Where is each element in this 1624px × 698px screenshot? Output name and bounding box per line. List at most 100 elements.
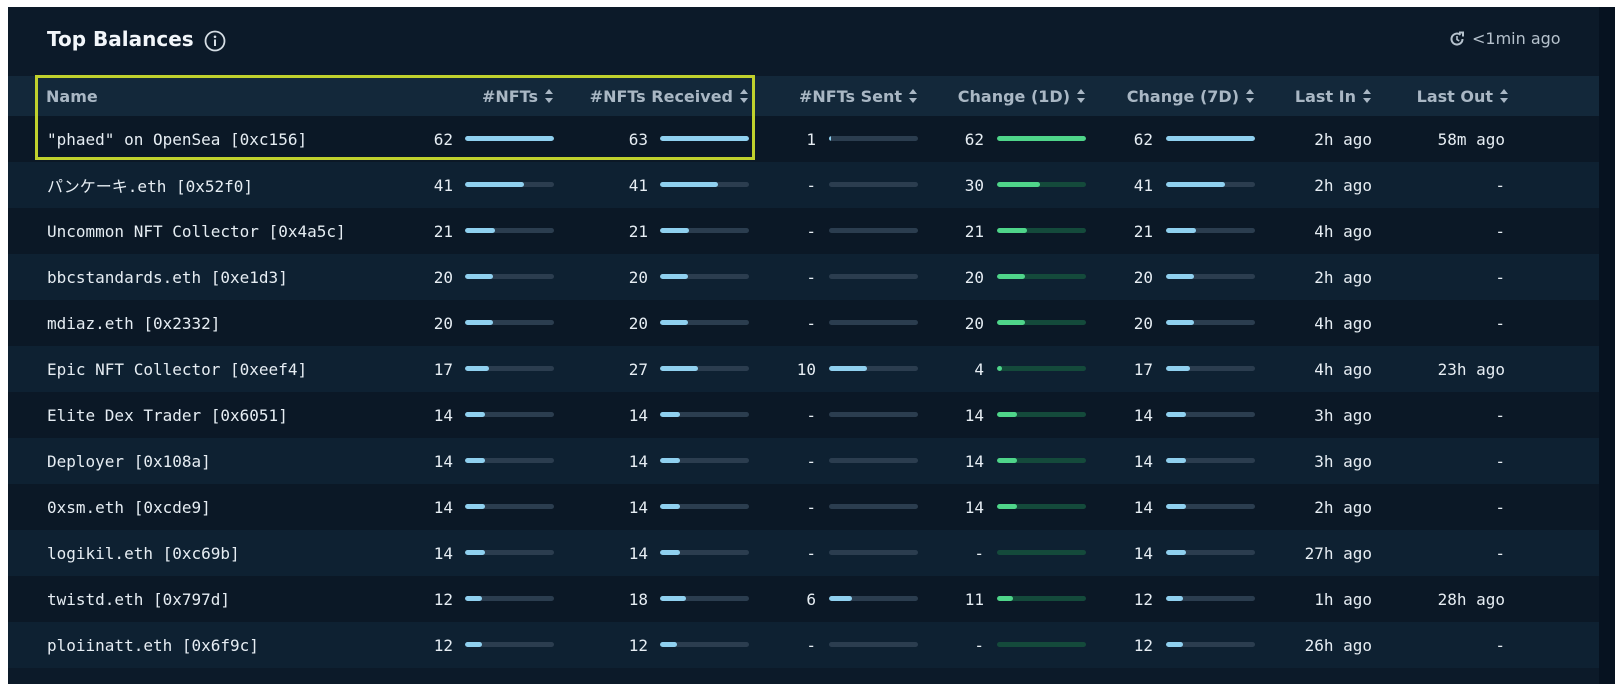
nfts-bar — [465, 274, 554, 279]
column-header-change-7d[interactable]: Change (7D) — [1098, 76, 1255, 116]
change1d-value: - — [974, 543, 984, 563]
received-bar — [660, 136, 749, 141]
change1d-bar-fill — [997, 182, 1040, 187]
column-header-nfts[interactable]: #NFTs — [428, 76, 554, 116]
account-name[interactable]: 0xsm.eth [0xcde9] — [47, 484, 211, 530]
account-name[interactable]: Elite Dex Trader [0x6051] — [47, 392, 288, 438]
table-header: Name #NFTs #NFTs Received #NFTs Sent Cha… — [8, 76, 1599, 116]
change7d-value: 41 — [1133, 175, 1153, 195]
received-value: 27 — [628, 359, 648, 379]
account-name[interactable]: twistd.eth [0x797d] — [47, 576, 230, 622]
account-name[interactable]: Epic NFT Collector [0xeef4] — [47, 346, 307, 392]
change7d-bar-fill — [1166, 274, 1195, 279]
change7d-bar-fill — [1166, 458, 1187, 463]
change1d-bar-fill — [997, 136, 1086, 141]
received-value: 20 — [628, 267, 648, 287]
table-row[interactable]: ploiinatt.eth [0x6f9c] 12 12 - - 12 26h ago - — [8, 622, 1599, 668]
nfts-value: 62 — [433, 129, 453, 149]
received-value: 41 — [628, 175, 648, 195]
account-name[interactable]: logikil.eth [0xc69b] — [47, 530, 240, 576]
change7d-bar-fill — [1166, 550, 1187, 555]
change1d-value: 14 — [964, 405, 984, 425]
balances-table: Name #NFTs #NFTs Received #NFTs Sent Cha… — [8, 76, 1599, 668]
sent-bar-fill — [829, 366, 868, 371]
change1d-bar — [997, 504, 1086, 509]
change1d-bar-fill — [997, 504, 1018, 509]
change1d-value: 21 — [964, 221, 984, 241]
last-out-value: 23h ago — [1437, 359, 1505, 379]
account-name[interactable]: パンケーキ.eth [0x52f0] — [47, 162, 253, 208]
last-out-value: - — [1495, 451, 1505, 471]
table-row[interactable]: mdiaz.eth [0x2332] 20 20 - 20 20 4h ago - — [8, 300, 1599, 346]
refresh-icon — [1450, 31, 1464, 46]
received-bar-fill — [660, 458, 680, 463]
change1d-bar — [997, 136, 1086, 141]
nfts-value: 14 — [433, 543, 453, 563]
table-row[interactable]: Uncommon NFT Collector [0x4a5c] 21 21 - 21 21… — [8, 208, 1599, 254]
change7d-bar-fill — [1166, 320, 1195, 325]
table-row[interactable]: bbcstandards.eth [0xe1d3] 20 20 - 20 20 2h ago… — [8, 254, 1599, 300]
change1d-value: - — [974, 635, 984, 655]
info-icon[interactable] — [204, 30, 226, 52]
change7d-value: 20 — [1133, 313, 1153, 333]
account-name[interactable]: Deployer [0x108a] — [47, 438, 211, 484]
change7d-value: 21 — [1133, 221, 1153, 241]
column-header-nfts-received[interactable]: #NFTs Received — [568, 76, 749, 116]
received-bar-fill — [660, 136, 749, 141]
received-bar — [660, 320, 749, 325]
refresh-status[interactable]: <1min ago — [1448, 29, 1561, 48]
change1d-bar — [997, 366, 1086, 371]
table-row[interactable]: Deployer [0x108a] 14 14 - 14 14 3h ago - — [8, 438, 1599, 484]
column-header-nfts-sent[interactable]: #NFTs Sent — [768, 76, 918, 116]
nfts-value: 41 — [433, 175, 453, 195]
nfts-value: 12 — [433, 589, 453, 609]
sent-value: - — [806, 543, 816, 563]
change7d-value: 14 — [1133, 451, 1153, 471]
nfts-bar-fill — [465, 366, 490, 371]
last-in-value: 4h ago — [1314, 313, 1372, 333]
change7d-bar-fill — [1166, 412, 1187, 417]
table-row[interactable]: Epic NFT Collector [0xeef4] 17 27 10 4 17 4h a… — [8, 346, 1599, 392]
received-value: 63 — [628, 129, 648, 149]
received-bar — [660, 550, 749, 555]
nfts-value: 14 — [433, 451, 453, 471]
received-bar-fill — [660, 550, 680, 555]
nfts-bar — [465, 228, 554, 233]
sort-icon — [1500, 89, 1508, 103]
table-row[interactable]: 0xsm.eth [0xcde9] 14 14 - 14 14 2h ago - — [8, 484, 1599, 530]
table-row[interactable]: logikil.eth [0xc69b] 14 14 - - 14 27h ago - — [8, 530, 1599, 576]
last-in-value: 2h ago — [1314, 129, 1372, 149]
sent-bar — [829, 274, 918, 279]
change7d-value: 62 — [1133, 129, 1153, 149]
received-bar-fill — [660, 228, 690, 233]
column-header-name[interactable]: Name — [46, 76, 98, 116]
column-header-change-1d[interactable]: Change (1D) — [928, 76, 1086, 116]
change1d-bar — [997, 228, 1086, 233]
nfts-bar — [465, 136, 554, 141]
nfts-value: 17 — [433, 359, 453, 379]
nfts-value: 14 — [433, 497, 453, 517]
account-name[interactable]: bbcstandards.eth [0xe1d3] — [47, 254, 288, 300]
table-row[interactable]: "phaed" on OpenSea [0xc156] 62 63 1 62 62 2h a… — [8, 116, 1599, 162]
account-name[interactable]: Uncommon NFT Collector [0x4a5c] — [47, 208, 346, 254]
column-header-last-out[interactable]: Last Out — [1388, 76, 1509, 116]
nfts-bar — [465, 642, 554, 647]
change1d-value: 62 — [964, 129, 984, 149]
received-value: 14 — [628, 497, 648, 517]
table-row[interactable]: Elite Dex Trader [0x6051] 14 14 - 14 14 3h ago… — [8, 392, 1599, 438]
column-header-last-in[interactable]: Last In — [1278, 76, 1372, 116]
received-bar — [660, 458, 749, 463]
nfts-value: 20 — [433, 313, 453, 333]
received-value: 14 — [628, 543, 648, 563]
table-row[interactable]: twistd.eth [0x797d] 12 18 6 11 12 1h ago 28h ag… — [8, 576, 1599, 622]
account-name[interactable]: mdiaz.eth [0x2332] — [47, 300, 220, 346]
nfts-bar-fill — [465, 320, 494, 325]
account-name[interactable]: ploiinatt.eth [0x6f9c] — [47, 622, 259, 668]
change1d-value: 11 — [964, 589, 984, 609]
sent-value: - — [806, 313, 816, 333]
nfts-bar-fill — [465, 550, 486, 555]
account-name[interactable]: "phaed" on OpenSea [0xc156] — [47, 116, 307, 162]
table-row[interactable]: パンケーキ.eth [0x52f0] 41 41 - 30 41 2h ago - — [8, 162, 1599, 208]
received-value: 21 — [628, 221, 648, 241]
received-bar-fill — [660, 182, 718, 187]
